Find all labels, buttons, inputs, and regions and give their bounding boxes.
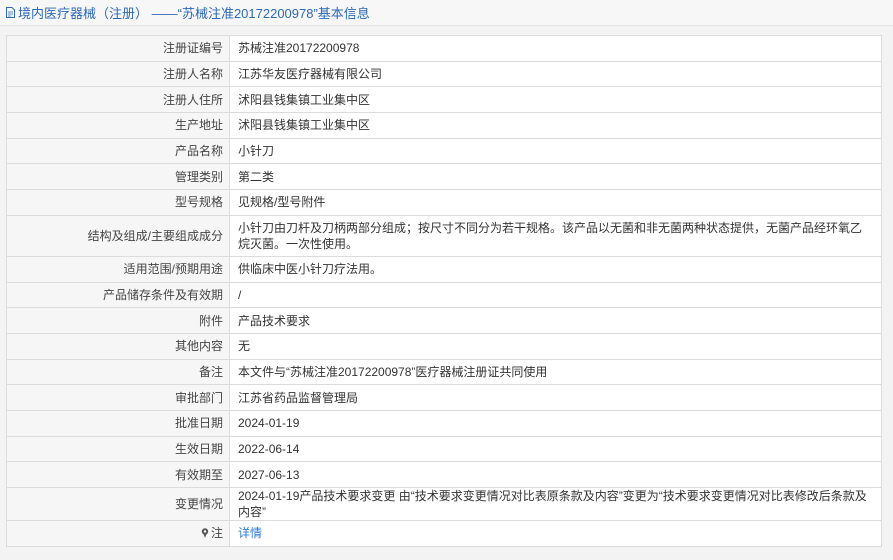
field-value: 沭阳县钱集镇工业集中区 [229,112,882,139]
details-link[interactable]: 详情 [238,526,262,540]
document-icon [6,7,15,18]
table-row: 有效期至 2027-06-13 [6,461,882,488]
table-row: 适用范围/预期用途 供临床中医小针刀疗法用。 [6,255,882,283]
pin-icon [201,528,209,539]
note-value-cell: 详情 [229,520,882,547]
table-row: 变更情况 2024-01-19产品技术要求变更 由“技术要求变更情况对比表原条款及… [6,487,882,521]
field-label: 生产地址 [6,112,230,139]
table-row: 附件 产品技术要求 [6,307,882,334]
note-label-cell: 注 [6,520,230,547]
field-value: 本文件与“苏械注准20172200978”医疗器械注册证共同使用 [229,358,882,386]
field-value: 2022-06-14 [229,435,882,463]
field-label: 型号规格 [6,189,230,216]
field-label: 批准日期 [6,409,230,437]
field-label: 产品储存条件及有效期 [6,281,230,309]
field-label: 结构及组成/主要组成成分 [6,214,230,257]
field-value: 第二类 [229,163,882,191]
field-label: 有效期至 [6,461,230,488]
field-value: 无 [229,332,882,360]
field-label: 注册人名称 [6,60,230,88]
table-row: 产品储存条件及有效期 / [6,281,882,309]
field-label: 适用范围/预期用途 [6,255,230,283]
table-row: 产品名称 小针刀 [6,137,882,165]
field-label: 备注 [6,358,230,386]
field-label: 附件 [6,307,230,334]
field-value: 产品技术要求 [229,307,882,334]
field-label: 管理类别 [6,163,230,191]
field-value: 小针刀 [229,137,882,165]
table-row: 结构及组成/主要组成成分 小针刀由刀杆及刀柄两部分组成；按尺寸不同分为若干规格。该… [6,214,882,257]
note-label: 注 [210,526,223,541]
field-value: 江苏华友医疗器械有限公司 [229,60,882,88]
field-value: 见规格/型号附件 [229,189,882,216]
table-row: 其他内容无 [6,332,882,360]
field-value: / [229,281,882,309]
table-row: 注册人名称 江苏华友医疗器械有限公司 [6,60,882,88]
field-value: 2024-01-19产品技术要求变更 由“技术要求变更情况对比表原条款及内容”变… [229,487,882,521]
table-row: 审批部门 江苏省药品监督管理局 [6,384,882,411]
field-label: 审批部门 [6,384,230,411]
table-row: 型号规格 见规格/型号附件 [6,189,882,216]
field-label: 变更情况 [6,487,230,521]
table-row: 注册证编号 苏械注准20172200978 [6,35,882,62]
table-row: 备注 本文件与“苏械注准20172200978”医疗器械注册证共同使用 [6,358,882,386]
field-label: 产品名称 [6,137,230,165]
field-value: 2027-06-13 [229,461,882,488]
field-value: 2024-01-19 [229,409,882,437]
field-value: 供临床中医小针刀疗法用。 [229,255,882,283]
field-value: 小针刀由刀杆及刀柄两部分组成；按尺寸不同分为若干规格。该产品以无菌和非无菌两种状… [229,214,882,257]
page-title: 境内医疗器械（注册） ——“苏械注准20172200978”基本信息 [18,6,370,21]
field-label: 注册人住所 [6,86,230,114]
table-row: 生产地址 沭阳县钱集镇工业集中区 [6,112,882,139]
field-value: 江苏省药品监督管理局 [229,384,882,411]
info-table: 注册证编号 苏械注准20172200978 注册人名称 江苏华友医疗器械有限公司 注册人… [6,35,882,547]
field-label: 生效日期 [6,435,230,463]
info-panel: 注册证编号 苏械注准20172200978 注册人名称 江苏华友医疗器械有限公司 注册人… [0,26,893,560]
table-row: 批准日期 2024-01-19 [6,409,882,437]
field-label: 其他内容 [6,332,230,360]
table-row: 注册人住所 沭阳县钱集镇工业集中区 [6,86,882,114]
table-row: 管理类别 第二类 [6,163,882,191]
table-row-note: 注 详情 [6,520,882,547]
page-header: 境内医疗器械（注册） ——“苏械注准20172200978”基本信息 [0,0,893,26]
field-label: 注册证编号 [6,35,230,62]
table-row: 生效日期 2022-06-14 [6,435,882,463]
field-value: 沭阳县钱集镇工业集中区 [229,86,882,114]
field-value: 苏械注准20172200978 [229,35,882,62]
